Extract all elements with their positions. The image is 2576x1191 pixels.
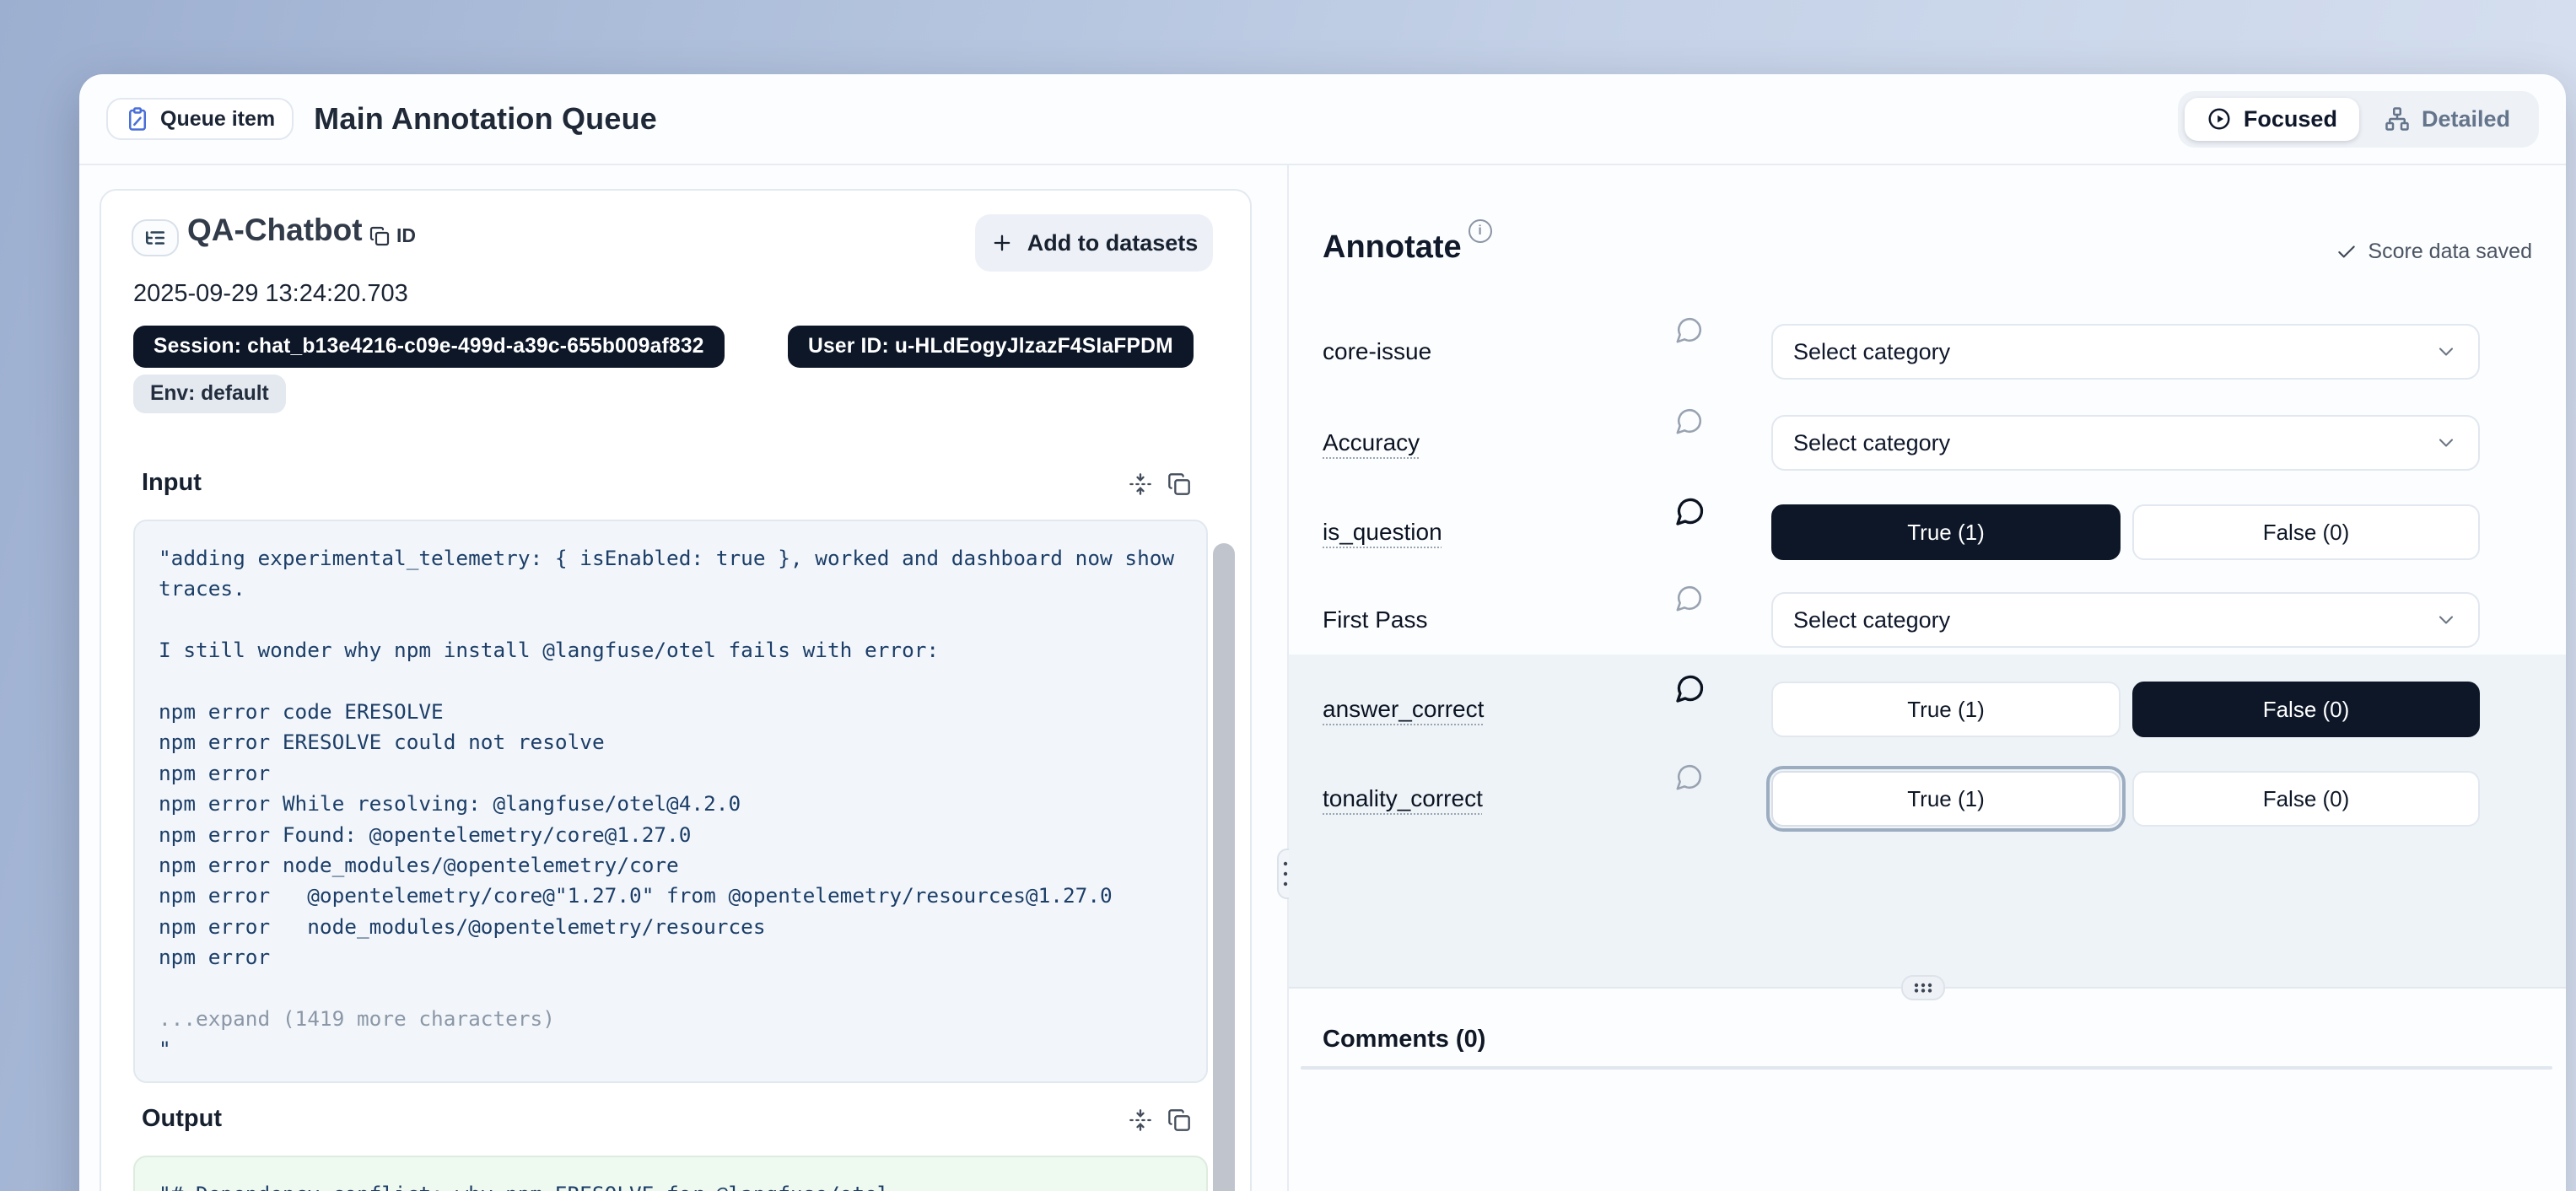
chevron-down-icon (2434, 431, 2458, 455)
trace-title: QA-Chatbot (187, 213, 363, 248)
output-section-label: Output (142, 1105, 222, 1133)
comment-bubble-icon[interactable] (1675, 673, 1706, 703)
score-label: Accuracy (1323, 415, 1420, 471)
score-category-select[interactable]: Select category (1771, 415, 2480, 471)
session-badge: Session: chat_b13e4216-c09e-499d-a39c-65… (133, 326, 725, 368)
score-true-button[interactable]: True (1) (1771, 504, 2121, 560)
annotate-title: Annotatei (1323, 229, 1492, 266)
score-true-button[interactable]: True (1) (1771, 771, 2121, 827)
score-label: tonality_correct (1323, 771, 1483, 827)
copy-id-icon (369, 226, 390, 246)
trace-timestamp: 2025-09-29 13:24:20.703 (133, 280, 408, 308)
code-line: npm error code ERESOLVE (159, 697, 1183, 727)
score-row: First Pass Select category ✕ (1323, 592, 2530, 648)
trace-panel: QA-Chatbot ID Add to datasets 2025-09-29… (100, 189, 1252, 1191)
comment-bubble-icon[interactable] (1675, 763, 1704, 791)
check-icon (2336, 241, 2358, 263)
input-code-block: "adding experimental_telemetry: { isEnab… (133, 520, 1208, 1083)
list-tree-icon (132, 219, 179, 256)
plus-icon (990, 231, 1014, 255)
trace-id-chip[interactable]: ID (369, 224, 416, 247)
env-badge: Env: default (133, 375, 286, 413)
score-label: core-issue (1323, 324, 1431, 380)
code-line: npm error node_modules/@opentelemetry/re… (159, 912, 1183, 942)
comment-bubble-icon[interactable] (1675, 496, 1706, 526)
code-line: traces. (159, 574, 1183, 604)
comment-bubble-icon[interactable] (1675, 584, 1704, 612)
code-line: npm error ERESOLVE could not resolve (159, 727, 1183, 757)
chevron-down-icon (2434, 608, 2458, 632)
queue-item-badge-label: Queue item (160, 107, 275, 132)
score-false-button[interactable]: False (0) (2132, 771, 2480, 827)
code-line (159, 605, 1183, 635)
code-line: npm error (159, 942, 1183, 973)
score-label: is_question (1323, 504, 1442, 560)
fold-vertical-icon[interactable] (1129, 472, 1152, 496)
code-line: npm error node_modules/@opentelemetry/co… (159, 850, 1183, 881)
tab-detailed-label: Detailed (2422, 106, 2510, 132)
card-header: Queue item Main Annotation Queue Focused (79, 74, 2566, 165)
trace-panel-scrollbar[interactable] (1213, 543, 1235, 1191)
code-line: I still wonder why npm install @langfuse… (159, 635, 1183, 666)
tab-focused[interactable]: Focused (2185, 98, 2359, 141)
info-icon: i (1469, 219, 1492, 243)
fold-vertical-icon[interactable] (1129, 1108, 1152, 1132)
comment-bubble-icon[interactable] (1675, 315, 1704, 344)
input-section-actions (1129, 472, 1191, 496)
trace-id-label: ID (396, 224, 416, 247)
tab-focused-label: Focused (2244, 106, 2337, 132)
annotation-queue-page: Queue item Main Annotation Queue Focused (0, 0, 2576, 1191)
code-line: npm error Found: @opentelemetry/core@1.2… (159, 820, 1183, 850)
score-false-button[interactable]: False (0) (2132, 504, 2480, 560)
input-section-label: Input (142, 469, 202, 497)
score-label: First Pass (1323, 592, 1427, 648)
focused-view-icon (2207, 106, 2232, 132)
score-saved-status: Score data saved (2336, 240, 2532, 264)
output-section-actions (1129, 1108, 1191, 1132)
select-placeholder: Select category (1793, 607, 1950, 633)
output-code-block: "# Dependency conflict: why npm ERESOLVE… (133, 1156, 1208, 1191)
comment-bubble-icon[interactable] (1675, 407, 1704, 435)
user-id-badge: User ID: u-HLdEogyJlzazF4SIaFPDM (788, 326, 1194, 368)
select-placeholder: Select category (1793, 339, 1950, 365)
score-row: is_question True (1) False (0) ✕ (1323, 504, 2530, 560)
main-card: Queue item Main Annotation Queue Focused (79, 74, 2566, 1191)
expand-input-link[interactable]: ...expand (1419 more characters) (159, 1004, 1183, 1034)
grip-dots-icon (1908, 980, 1938, 995)
code-line: "adding experimental_telemetry: { isEnab… (159, 543, 1183, 574)
code-line: "# Dependency conflict: why npm ERESOLVE… (159, 1179, 1183, 1191)
network-icon (2385, 106, 2410, 132)
clipboard-pen-icon (125, 106, 150, 132)
score-category-select[interactable]: Select category (1771, 324, 2480, 380)
score-row: core-issue Select category ✕ (1323, 324, 2530, 380)
tab-detailed[interactable]: Detailed (2363, 98, 2532, 141)
add-to-datasets-label: Add to datasets (1027, 230, 1199, 256)
score-label: answer_correct (1323, 682, 1484, 737)
score-row: tonality_correct True (1) False (0) ✕ (1323, 771, 2530, 827)
score-true-button[interactable]: True (1) (1771, 682, 2121, 737)
code-line: npm error (159, 758, 1183, 789)
code-line (159, 973, 1183, 1004)
copy-input-icon[interactable] (1167, 472, 1191, 496)
code-line: npm error @opentelemetry/core@"1.27.0" f… (159, 881, 1183, 911)
queue-item-badge: Queue item (106, 98, 294, 140)
copy-output-icon[interactable] (1167, 1108, 1191, 1132)
add-to-datasets-button[interactable]: Add to datasets (975, 214, 1213, 272)
score-row: answer_correct True (1) False (0) ✕ (1323, 682, 2530, 737)
score-false-button[interactable]: False (0) (2132, 682, 2480, 737)
score-row: Accuracy Select category ✕ (1323, 415, 2530, 471)
code-line: npm error While resolving: @langfuse/ote… (159, 789, 1183, 819)
vertical-resize-handle[interactable] (1901, 975, 1945, 1000)
chevron-down-icon (2434, 340, 2458, 364)
code-line: " (159, 1034, 1183, 1064)
view-toggle: Focused Detailed (2178, 91, 2539, 148)
page-title: Main Annotation Queue (314, 101, 657, 137)
comments-underline (1301, 1066, 2552, 1070)
code-line (159, 666, 1183, 697)
select-placeholder: Select category (1793, 430, 1950, 456)
comments-title: Comments (0) (1323, 1026, 1485, 1054)
score-category-select[interactable]: Select category (1771, 592, 2480, 648)
